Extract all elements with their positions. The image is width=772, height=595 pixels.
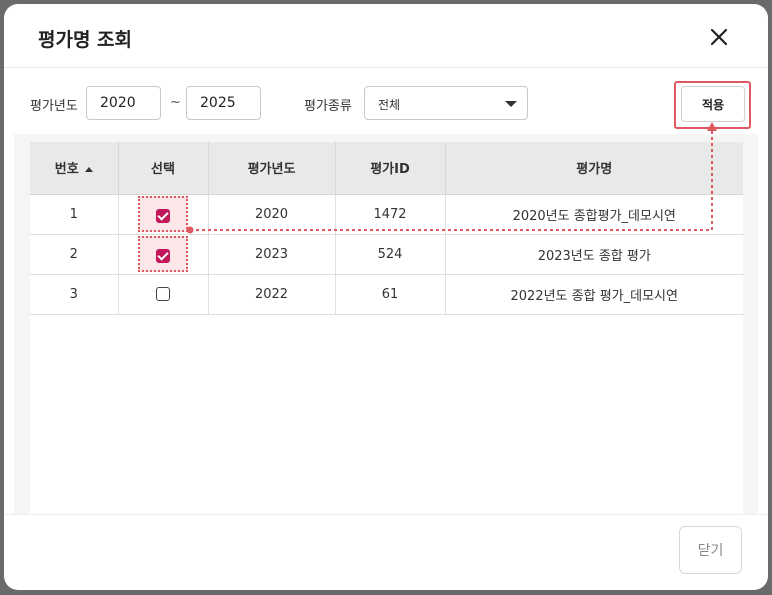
evaluation-search-dialog: 평가명 조회 평가년도 ~ 평가종류 전체 적용 번호 (4, 4, 768, 590)
sort-ascending-icon (84, 167, 93, 173)
cell-no: 1 (30, 194, 119, 235)
checkbox-highlight (138, 196, 188, 232)
column-header-id[interactable]: 평가ID (335, 142, 446, 195)
close-button[interactable]: 닫기 (679, 526, 742, 574)
checkbox-wrap (138, 276, 188, 312)
cell-name: 2022년도 종합 평가_데모시연 (445, 274, 743, 315)
cell-name: 2023년도 종합 평가 (445, 234, 743, 275)
results-table: 번호 선택 평가년도 평가ID 평가명 1 2020 1472 2020년도 종… (30, 142, 743, 315)
table-row[interactable]: 1 2020 1472 2020년도 종합평가_데모시연 (30, 194, 743, 235)
dialog-title: 평가명 조회 (38, 29, 133, 51)
row-checkbox[interactable] (156, 286, 170, 301)
table-header-row: 번호 선택 평가년도 평가ID 평가명 (30, 142, 743, 195)
cell-name: 2020년도 종합평가_데모시연 (445, 194, 743, 235)
filter-bar: 평가년도 ~ 평가종류 전체 적용 (4, 68, 768, 134)
cell-select (118, 234, 209, 275)
row-checkbox[interactable] (156, 208, 170, 223)
range-separator: ~ (170, 95, 181, 110)
cell-year: 2022 (208, 274, 336, 315)
apply-button[interactable]: 적용 (681, 86, 745, 122)
year-label: 평가년도 (30, 99, 78, 114)
checkbox-highlight (138, 236, 188, 272)
type-label: 평가종류 (304, 99, 352, 114)
cell-select (118, 194, 209, 235)
footer-divider (4, 514, 768, 515)
column-header-name[interactable]: 평가명 (445, 142, 743, 195)
type-select[interactable]: 전체 (364, 86, 528, 120)
column-header-no[interactable]: 번호 (30, 142, 119, 195)
cell-year: 2023 (208, 234, 336, 275)
column-header-year[interactable]: 평가년도 (208, 142, 336, 195)
cell-id: 1472 (335, 194, 446, 235)
cell-no: 3 (30, 274, 119, 315)
cell-no: 2 (30, 234, 119, 275)
year-to-input[interactable] (186, 86, 261, 120)
type-select-value: 전체 (378, 98, 401, 112)
chevron-down-icon (505, 101, 517, 107)
column-header-select[interactable]: 선택 (118, 142, 209, 195)
cell-select (118, 274, 209, 315)
year-from-input[interactable] (86, 86, 161, 120)
row-checkbox[interactable] (156, 248, 170, 263)
table-row[interactable]: 3 2022 61 2022년도 종합 평가_데모시연 (30, 274, 743, 315)
table-row[interactable]: 2 2023 524 2023년도 종합 평가 (30, 234, 743, 275)
results-grid-area: 번호 선택 평가년도 평가ID 평가명 1 2020 1472 2020년도 종… (14, 134, 758, 514)
cell-id: 61 (335, 274, 446, 315)
close-icon[interactable] (704, 22, 734, 52)
cell-year: 2020 (208, 194, 336, 235)
cell-id: 524 (335, 234, 446, 275)
dialog-header: 평가명 조회 (4, 4, 768, 68)
